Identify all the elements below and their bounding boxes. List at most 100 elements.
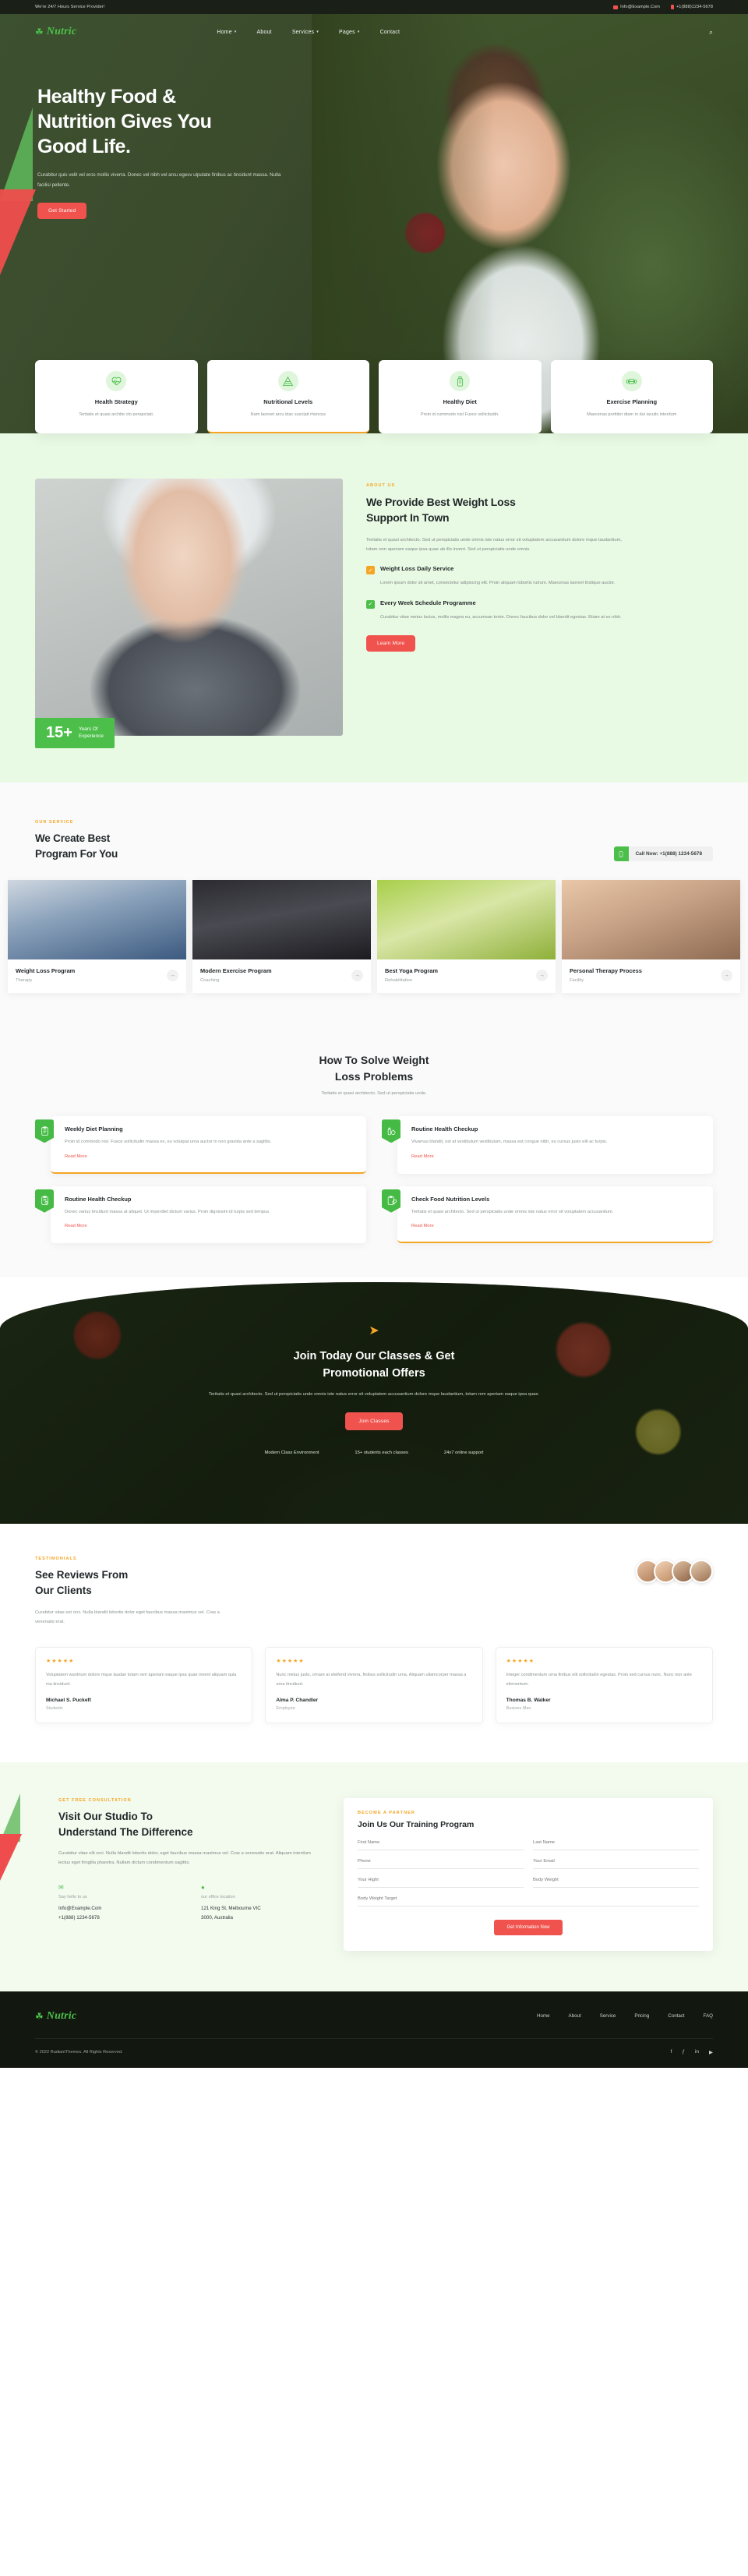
about-point-1: ✓ Weight Loss Daily Service Lorem ipsum … [366,565,713,588]
body-weight-target-input[interactable] [358,1896,699,1906]
testimonial-card: ★★★★★ Integer condimentum urna finibus e… [495,1647,713,1723]
search-icon[interactable]: ⌕ [709,28,713,37]
consultation-section: GET FREE CONSULTATION Visit Our Studio T… [0,1762,748,1991]
about-eyebrow: ABOUT US [366,483,396,489]
form-eyebrow: BECOME A PARTNER [358,1810,415,1815]
program-card-best-yoga[interactable]: Best Yoga Program Rehabilitation → [377,880,556,994]
site-logo[interactable]: ☘ Nutric [35,26,76,38]
read-more-link[interactable]: Read More [65,1224,87,1228]
service-header: OUR SERVICE We Create Best Program For Y… [0,820,748,862]
service-heading-group: OUR SERVICE We Create Best Program For Y… [35,820,118,861]
read-more-link[interactable]: Read More [65,1154,87,1159]
nav-item-home[interactable]: Home ▾ [217,30,236,35]
twitter-icon[interactable]: ƒ [682,2049,685,2055]
footer-logo[interactable]: ☘ Nutric [35,2010,76,2023]
about-section: 15+ Years Of Experience ABOUT US We Prov… [0,433,748,783]
testimonials-header: TESTIMONIALS See Reviews From Our Client… [35,1557,713,1627]
body-weight-input[interactable] [533,1877,699,1888]
rating-stars: ★★★★★ [46,1659,75,1665]
solve-card-desc: Teritatis et quasi architecto. Sed ut pe… [411,1209,614,1214]
call-now-box[interactable]: Call Now: +1(888) 1234-5678 [613,846,713,862]
testimonial-quote: Nunc metus justo, ornare at eleifend viv… [276,1673,467,1687]
solve-card-check-food-nutrition[interactable]: Check Food Nutrition Levels Teritatis et… [382,1186,713,1244]
nav-item-about[interactable]: About [257,30,272,35]
learn-more-button[interactable]: Learn More [366,634,416,652]
join-classes-button[interactable]: Join Classes [345,1412,403,1430]
footer-link-contact[interactable]: Contact [668,2013,684,2019]
call-now-label: Call Now: +1(888) 1234-5678 [635,851,702,857]
nav-item-services[interactable]: Services ▾ [292,30,319,35]
chevron-down-icon: ▾ [316,30,319,34]
email-input[interactable] [533,1858,699,1869]
program-sub: Therapy [16,978,33,984]
contact-block-hello: ✉ Say hello to us Info@Example.Com +1(88… [58,1884,181,1923]
about-image-wrap: 15+ Years Of Experience [35,479,343,749]
arrow-right-icon[interactable]: → [536,969,548,981]
check-icon: ✓ [366,566,375,575]
hero-description: Curabitur quis velit vel eros mollis viv… [37,172,281,189]
nav-label: Home [217,29,232,35]
contact-value[interactable]: Info@Example.Com +1(888) 1234-5678 [58,1904,181,1923]
feature-card-nutritional-levels[interactable]: Nutritional Levels Nam laoreet arcu idac… [206,360,369,434]
solve-card-weekly-diet-planning[interactable]: Weekly Diet Planning Proin id commodo ni… [35,1116,366,1174]
facebook-icon[interactable]: f [671,2049,672,2055]
contact-blocks: ✉ Say hello to us Info@Example.Com +1(88… [58,1884,323,1923]
feature-title: Health Strategy [94,398,138,405]
solve-card-title: Routine Health Checkup [65,1195,132,1203]
footer-link-home[interactable]: Home [537,2013,550,2019]
read-more-link[interactable]: Read More [411,1154,434,1159]
last-name-input[interactable] [533,1839,699,1850]
topbar-phone[interactable]: +1(888)1234-5678 [670,5,713,9]
feature-desc: Maecenas porttitor diam in dui iaculis i… [587,412,677,417]
arrow-right-icon[interactable]: → [721,969,732,981]
program-image [562,880,740,960]
height-input[interactable] [358,1877,524,1888]
first-name-input[interactable] [358,1839,524,1850]
nav-label: Services [291,29,315,35]
footer-links: Home About Service Pricing Contact FAQ [537,2013,713,2019]
cta-stat-1: Modern Class Environment [264,1450,319,1455]
solve-card-desc: Donec varius tincidunt massa at aliquet.… [65,1209,270,1214]
solve-card-title: Weekly Diet Planning [65,1125,123,1133]
hero-content: Healthy Food & Nutrition Gives You Good … [0,50,327,220]
point-title: Every Week Schedule Programme [380,599,476,606]
phone-input[interactable] [358,1858,524,1869]
program-card-weight-loss[interactable]: Weight Loss Program Therapy → [8,880,186,994]
footer-link-faq[interactable]: FAQ [704,2013,713,2019]
testimonial-role: Busines Man [506,1705,531,1711]
linkedin-icon[interactable]: in [695,2049,699,2055]
program-card-modern-exercise[interactable]: Modern Exercise Program Coaching → [192,880,371,994]
solve-card-routine-health-checkup-2[interactable]: Routine Health Checkup Donec varius tinc… [35,1186,366,1244]
testimonials-section: TESTIMONIALS See Reviews From Our Client… [0,1524,748,1762]
testimonial-card: ★★★★★ Voluptatem wantrium dolore mque la… [35,1647,253,1723]
feature-card-health-strategy[interactable]: Health Strategy Teritatis et quasi archi… [35,360,198,434]
footer-link-pricing[interactable]: Pricing [634,2013,649,2019]
rating-stars: ★★★★★ [276,1659,305,1665]
point-desc: Curabitur vitae metus luctus, mollis mag… [380,614,622,620]
feature-desc: Proin id commodo nisl Fusce sollicitudin… [420,412,499,417]
solve-card-routine-health-checkup-1[interactable]: Routine Health Checkup Vivamus blandit, … [382,1116,713,1174]
get-started-button[interactable]: Get Started [37,203,87,220]
program-card-personal-therapy[interactable]: Personal Therapy Process Facility → [562,880,740,994]
nav-item-contact[interactable]: Contact [380,30,400,35]
youtube-icon[interactable]: ▶ [709,2049,713,2055]
arrow-right-icon[interactable]: → [167,969,178,981]
solve-subtitle: Teritatis et quasi architecto. Sed ut pe… [321,1091,427,1097]
cta-content: ➤ Join Today Our Classes & Get Promotion… [0,1282,748,1455]
footer-link-about[interactable]: About [569,2013,581,2019]
consultation-content: GET FREE CONSULTATION Visit Our Studio T… [35,1798,323,1951]
paper-plane-icon: ➤ [369,1324,379,1338]
feature-card-exercise-planning[interactable]: Exercise Planning Maecenas porttitor dia… [550,360,713,434]
feature-card-healthy-diet[interactable]: Healthy Diet Proin id commodo nisl Fusce… [379,360,542,434]
read-more-link[interactable]: Read More [411,1224,434,1228]
nav-item-pages[interactable]: Pages ▾ [339,30,360,35]
get-information-button[interactable]: Get Information Now [494,1919,563,1935]
arrow-right-icon[interactable]: → [351,969,363,981]
topbar-email[interactable]: Info@Example.Com [613,5,660,9]
footer-link-service[interactable]: Service [600,2013,616,2019]
testimonial-cards: ★★★★★ Voluptatem wantrium dolore mque la… [35,1647,713,1723]
cta-stat-2: 15+ students each classes [355,1450,408,1455]
check-icon: ✓ [366,599,375,609]
logo-text: Nutric [46,26,77,37]
testimonial-name: Michael S. Puckeft [46,1697,91,1703]
